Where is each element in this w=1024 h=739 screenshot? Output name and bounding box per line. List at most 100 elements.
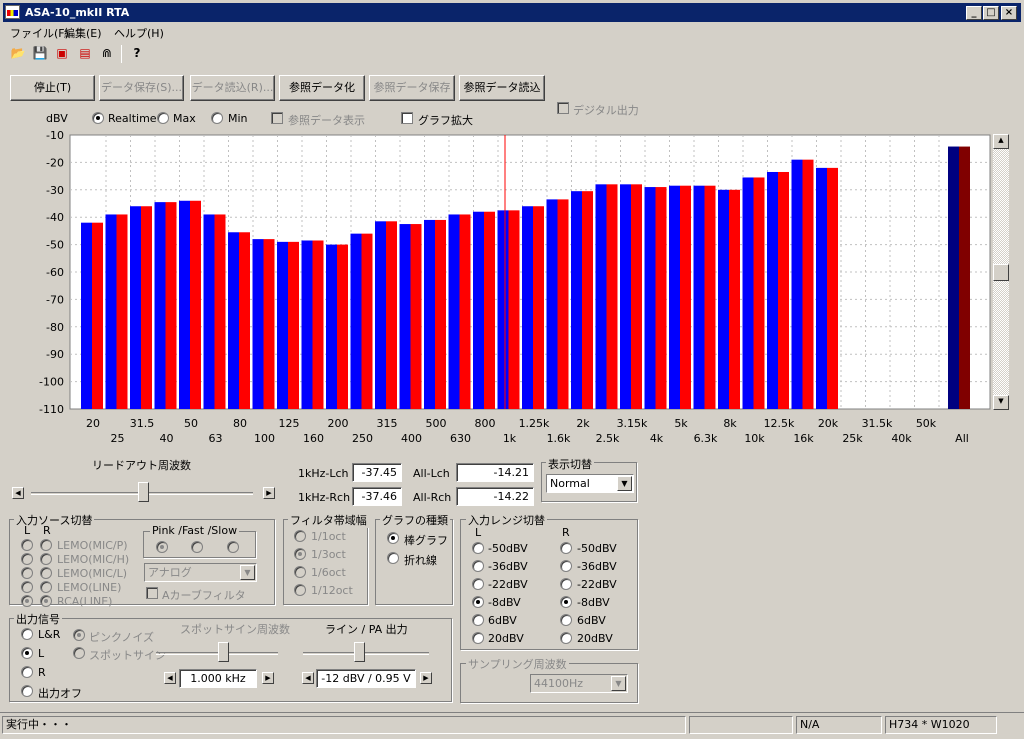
spot-freq-thumb[interactable] [218, 642, 229, 662]
output-radio-3[interactable] [21, 685, 33, 697]
line-out-left-button[interactable]: ◀ [302, 672, 314, 684]
ref-set-button[interactable]: 参照データ化 [279, 75, 365, 101]
filter-bw-radio-0[interactable] [294, 530, 306, 542]
input-range-r-label: R [562, 526, 570, 539]
export-icon[interactable]: ▤ [76, 45, 94, 61]
acurve-checkbox[interactable] [146, 587, 158, 599]
source-l-radio-3[interactable] [21, 581, 33, 593]
spot-freq-track [156, 652, 278, 655]
scroll-up-button[interactable]: ▲ [993, 134, 1009, 149]
pink-radio[interactable] [156, 541, 168, 553]
range-r-radio-0[interactable] [560, 542, 572, 554]
range-r-radio-4[interactable] [560, 614, 572, 626]
menu-file[interactable]: ファイル(F) [10, 25, 69, 41]
view-switch-select[interactable]: Normal ▼ [546, 474, 634, 493]
digital-out-checkbox[interactable] [557, 102, 569, 114]
zoom-checkbox[interactable] [401, 112, 413, 124]
save-icon[interactable]: 💾 [31, 45, 49, 61]
range-l-radio-1[interactable] [472, 560, 484, 572]
filter-bw-radio-1[interactable] [294, 548, 306, 560]
y-tick-label: -40 [46, 211, 64, 224]
line-out-thumb[interactable] [354, 642, 365, 662]
output-radio-1[interactable] [21, 647, 33, 659]
spot-sine-radio[interactable] [73, 647, 85, 659]
range-r-radio-1[interactable] [560, 560, 572, 572]
bar [375, 221, 386, 409]
range-r-label-0: -50dBV [577, 542, 617, 555]
source-l-radio-1[interactable] [21, 553, 33, 565]
stop-button[interactable]: 停止(T) [10, 75, 95, 101]
ref-load-button[interactable]: 参照データ読込 [459, 75, 545, 101]
bar [154, 202, 166, 409]
min-radio[interactable] [211, 112, 223, 124]
source-r-radio-3[interactable] [40, 581, 52, 593]
y-tick-label: -90 [46, 348, 64, 361]
x-tick-label: 125 [279, 417, 300, 430]
save-data-button[interactable]: データ保存(S)... [99, 75, 184, 101]
readout-right-button[interactable]: ▶ [263, 487, 275, 499]
slow-radio[interactable] [227, 541, 239, 553]
line-out-right-button[interactable]: ▶ [420, 672, 432, 684]
bar [644, 187, 656, 409]
menu-edit[interactable]: 編集(E) [64, 25, 102, 41]
connect-icon[interactable]: ⋒ [98, 45, 116, 61]
range-l-label-0: -50dBV [488, 542, 528, 555]
range-l-label-1: -36dBV [488, 560, 528, 573]
help-icon[interactable]: ? [128, 45, 146, 61]
fast-radio[interactable] [191, 541, 203, 553]
analog-select[interactable]: アナログ ▼ [144, 563, 257, 582]
rch-label: 1kHz-Rch [298, 491, 351, 504]
graph-line-radio[interactable] [387, 552, 399, 564]
load-data-button[interactable]: データ読込(R)... [190, 75, 275, 101]
readout-slider-thumb[interactable] [138, 482, 149, 502]
filter-bw-radio-2[interactable] [294, 566, 306, 578]
output-radio-2[interactable] [21, 666, 33, 678]
source-r-radio-2[interactable] [40, 567, 52, 579]
source-r-radio-4[interactable] [40, 595, 52, 607]
scroll-thumb[interactable] [993, 264, 1009, 281]
range-r-label-4: 6dBV [577, 614, 606, 627]
filter-bw-title: フィルタ帯域幅 [288, 512, 369, 528]
x-tick-label: 3.15k [617, 417, 648, 430]
source-r-radio-0[interactable] [40, 539, 52, 551]
maximize-button[interactable]: □ [983, 6, 999, 20]
spot-freq-right-button[interactable]: ▶ [262, 672, 274, 684]
menu-help[interactable]: ヘルプ(H) [114, 25, 164, 41]
range-l-label-3: -8dBV [488, 596, 521, 609]
max-radio[interactable] [157, 112, 169, 124]
range-l-radio-0[interactable] [472, 542, 484, 554]
bar [435, 219, 446, 409]
spot-freq-left-button[interactable]: ◀ [164, 672, 176, 684]
minimize-button[interactable]: _ [966, 6, 982, 20]
graph-bar-radio[interactable] [387, 532, 399, 544]
range-r-radio-2[interactable] [560, 578, 572, 590]
range-l-radio-3[interactable] [472, 596, 484, 608]
scroll-down-button[interactable]: ▼ [993, 395, 1009, 410]
source-l-radio-2[interactable] [21, 567, 33, 579]
source-l-radio-0[interactable] [21, 539, 33, 551]
filter-bw-radio-3[interactable] [294, 584, 306, 596]
range-r-radio-3[interactable] [560, 596, 572, 608]
sampling-select[interactable]: 44100Hz ▼ [530, 674, 628, 693]
max-label: Max [173, 112, 196, 125]
bar [767, 171, 778, 409]
output-radio-0[interactable] [21, 628, 33, 640]
x-tick-label: 1k [503, 432, 517, 445]
realtime-radio[interactable] [92, 112, 104, 124]
save-as-icon[interactable]: ▣ [53, 45, 71, 61]
range-l-label-2: -22dBV [488, 578, 528, 591]
ref-save-button[interactable]: 参照データ保存 [369, 75, 455, 101]
filter-bw-label-3: 1/12oct [311, 584, 353, 597]
range-l-radio-4[interactable] [472, 614, 484, 626]
range-l-radio-2[interactable] [472, 578, 484, 590]
ref-show-checkbox[interactable] [271, 112, 283, 124]
range-r-label-5: 20dBV [577, 632, 613, 645]
close-button[interactable]: × [1001, 6, 1017, 20]
open-icon[interactable]: 📂 [9, 45, 27, 61]
range-r-radio-5[interactable] [560, 632, 572, 644]
source-r-radio-1[interactable] [40, 553, 52, 565]
source-l-radio-4[interactable] [21, 595, 33, 607]
pink-noise-radio[interactable] [73, 629, 85, 641]
readout-left-button[interactable]: ◀ [12, 487, 24, 499]
range-l-radio-5[interactable] [472, 632, 484, 644]
